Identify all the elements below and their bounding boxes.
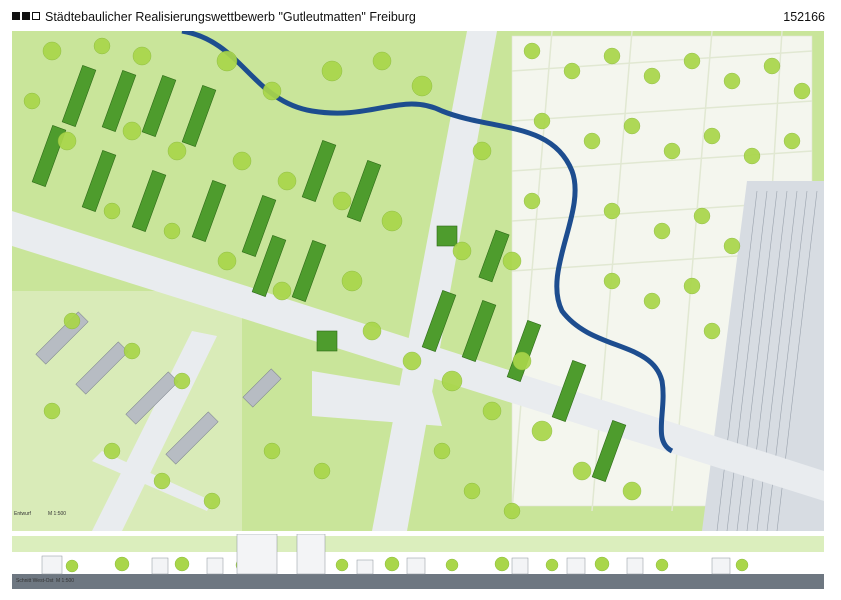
section-strip: Schnitt West-Ost M 1:500 (12, 534, 824, 589)
entry-number: 152166 (783, 10, 825, 24)
section-drawing: Schnitt West-Ost M 1:500 (12, 534, 824, 589)
site-plan-drawing: Entwurf M 1:500 (12, 31, 824, 531)
page-title: Städtebaulicher Realisierungswettbewerb … (45, 10, 416, 24)
section-label: Schnitt West-Ost (16, 578, 54, 584)
filled-square-icon (12, 12, 20, 20)
plan-label: Entwurf (14, 511, 32, 517)
plan-scale: M 1:500 (48, 511, 66, 517)
section-scale: M 1:500 (56, 578, 74, 584)
site-plan: Entwurf M 1:500 (12, 31, 824, 531)
empty-square-icon (32, 12, 40, 20)
header: Städtebaulicher Realisierungswettbewerb … (0, 0, 841, 30)
filled-square-icon (22, 12, 30, 20)
